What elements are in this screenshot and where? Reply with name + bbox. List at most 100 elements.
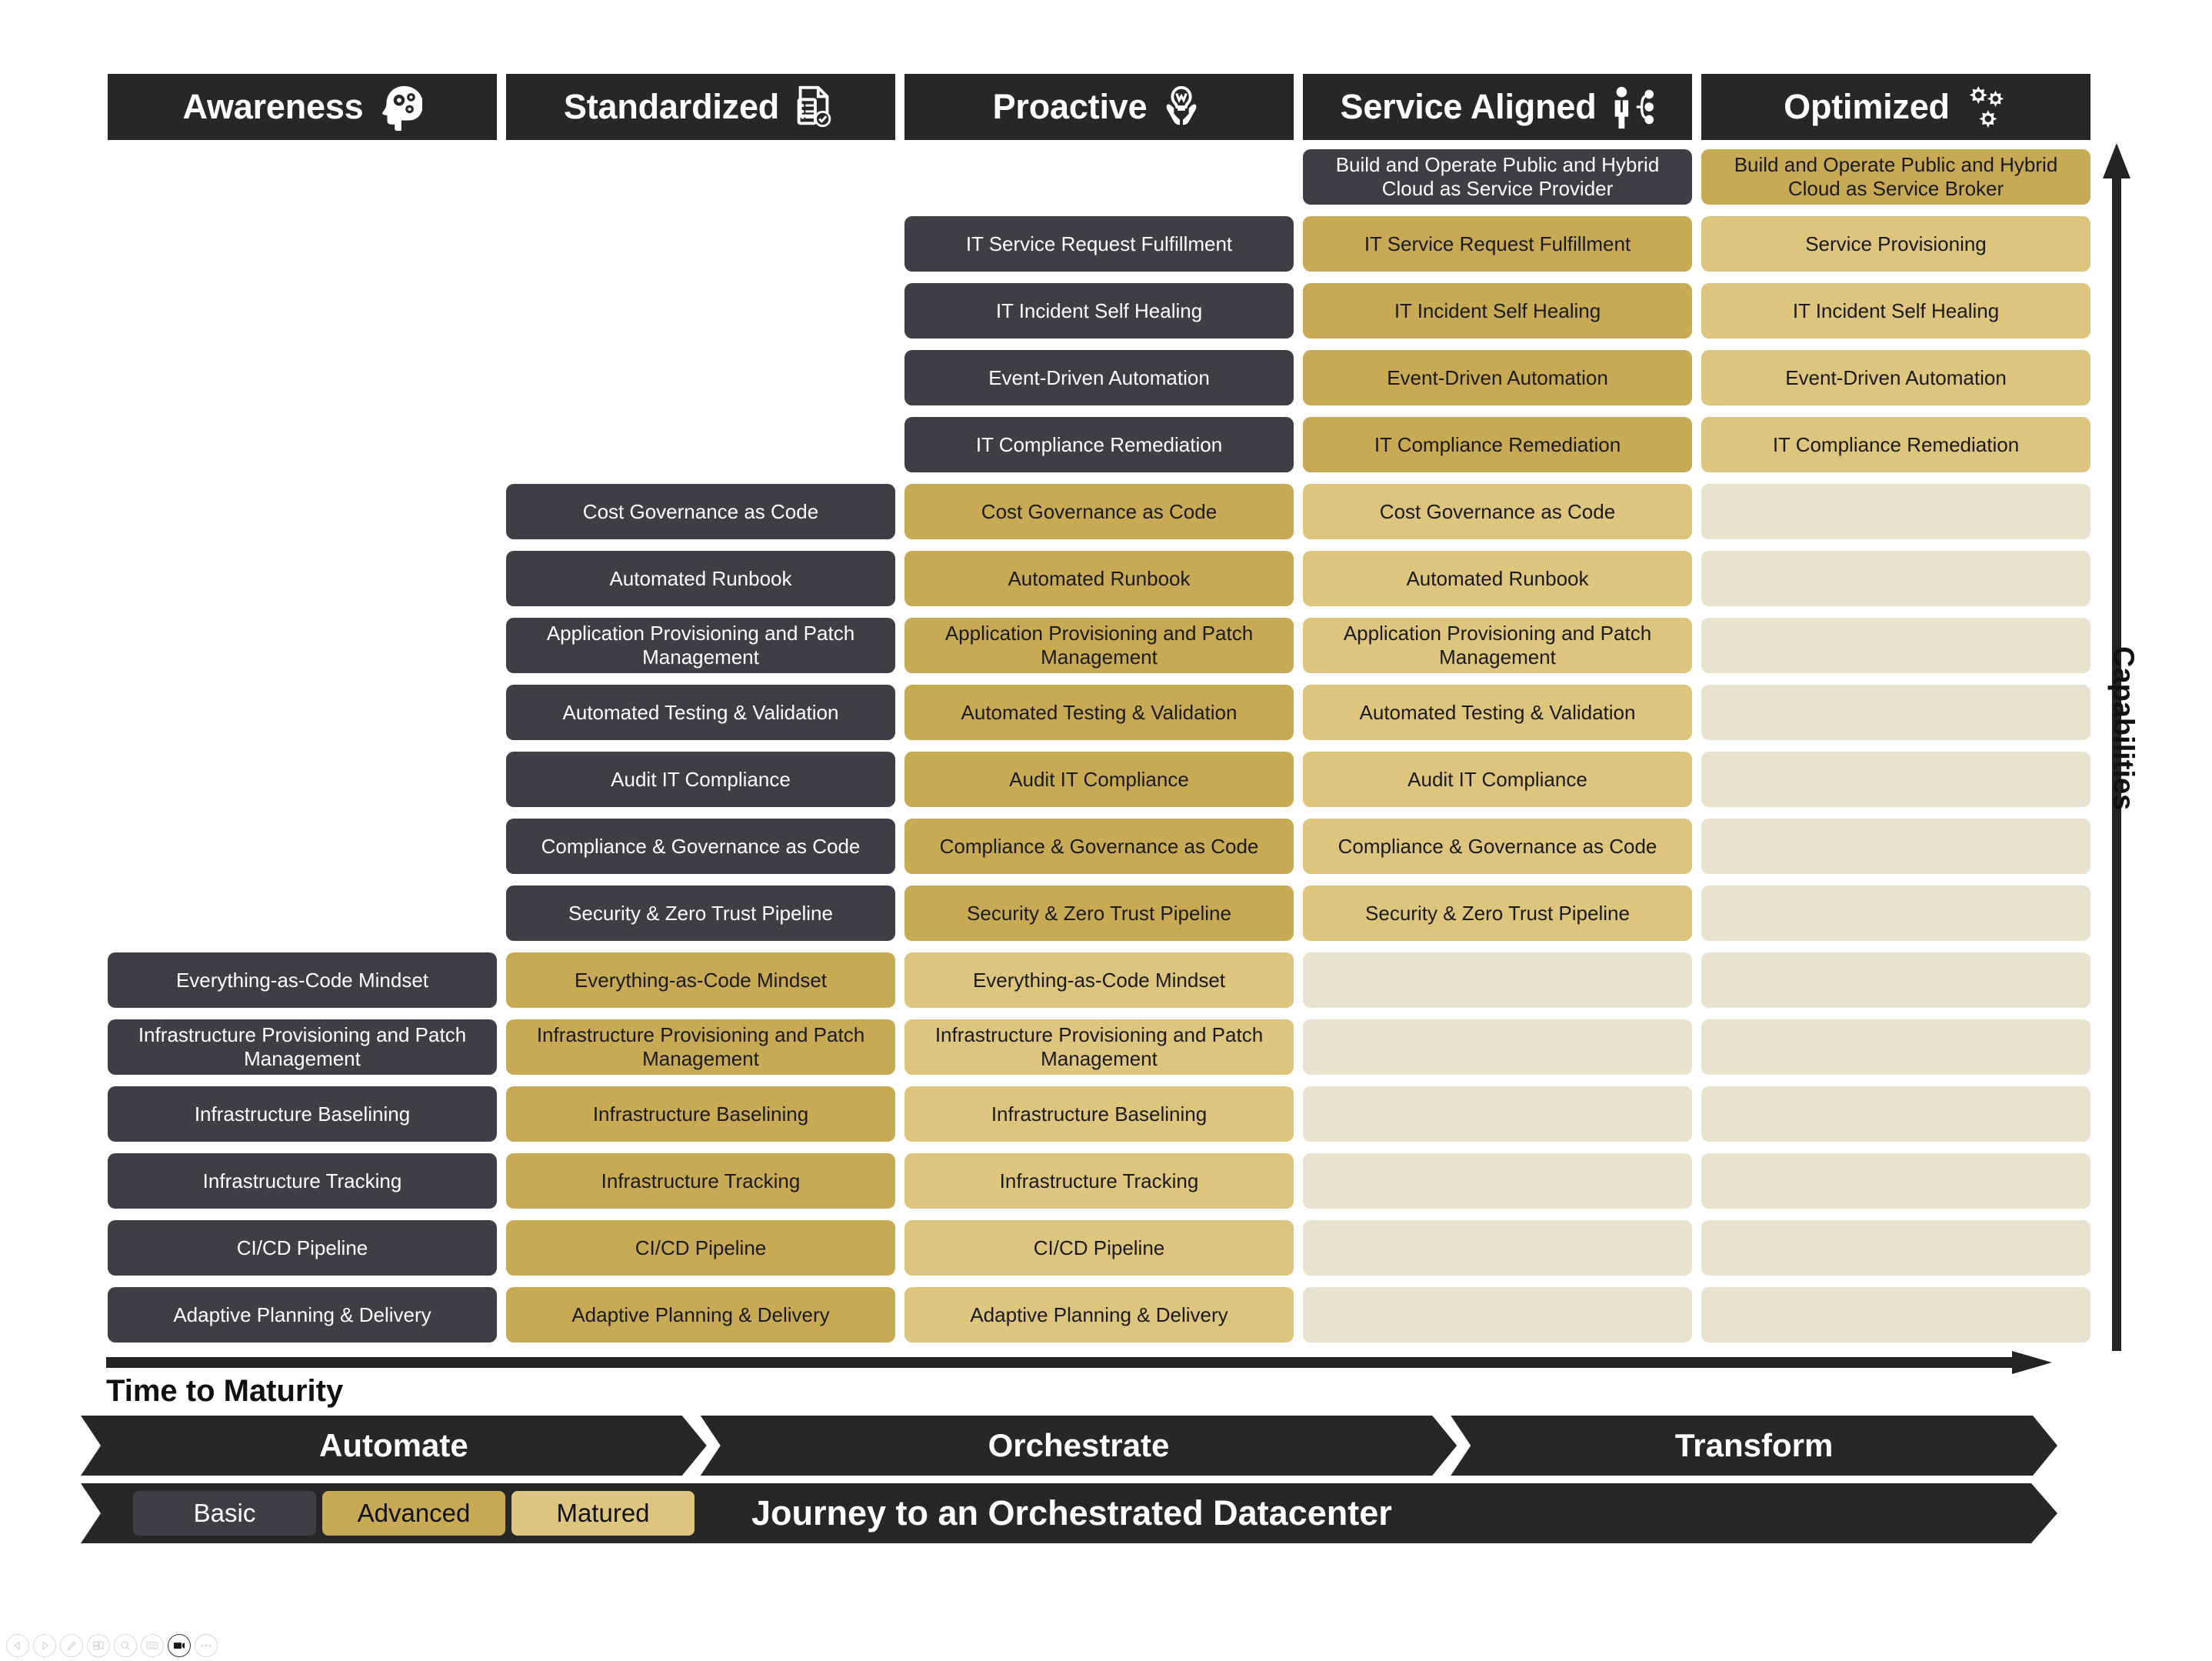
grid-cell-empty (108, 283, 497, 339)
grid-cell-label: IT Compliance Remediation (1374, 432, 1621, 456)
grid-cell-label: Application Provisioning and Patch Manag… (1343, 622, 1652, 669)
grid-cell: IT Incident Self Healing (1303, 283, 1692, 339)
keyboard-icon[interactable] (141, 1634, 164, 1657)
grid-cell: Build and Operate Public and Hybrid Clou… (1303, 149, 1692, 205)
legend-chip-advanced: Advanced (322, 1491, 505, 1536)
column-header-label: Optimized (1784, 87, 1950, 126)
grid-cell-label: Automated Testing & Validation (961, 700, 1238, 724)
grid-cell: Infrastructure Tracking (506, 1153, 895, 1209)
grid-cell-label: Security & Zero Trust Pipeline (1365, 901, 1630, 925)
grid-cell (1701, 1019, 2090, 1075)
grid-cell-label: Application Provisioning and Patch Manag… (944, 622, 1254, 669)
grid-cell-label: Infrastructure Baselining (592, 1102, 809, 1126)
grid-cell-label: Audit IT Compliance (611, 767, 791, 791)
grid-cell-label: IT Service Request Fulfillment (965, 232, 1233, 255)
pen-icon[interactable] (60, 1634, 83, 1657)
legend-chip-label: Matured (556, 1499, 650, 1527)
grid-cell-label: Audit IT Compliance (1407, 767, 1587, 791)
more-icon[interactable] (195, 1634, 218, 1657)
column-header-row: Awareness Standardized Proactive Service Al… (108, 74, 2090, 140)
grid-cell-label: Compliance & Governance as Code (1338, 834, 1657, 858)
capabilities-axis-label: Capabilities (2107, 646, 2140, 811)
grid-cell-label: Infrastructure Tracking (202, 1169, 402, 1192)
grid-cell: Adaptive Planning & Delivery (904, 1287, 1294, 1342)
grid-cell-label: Automated Runbook (1406, 566, 1589, 590)
back-icon[interactable] (6, 1634, 29, 1657)
grid-cell-label: Build and Operate Public and Hybrid Clou… (1734, 153, 2058, 200)
grid-cell: Audit IT Compliance (506, 752, 895, 807)
grid-row: CI/CD Pipeline CI/CD Pipeline CI/CD Pipeli… (108, 1220, 2090, 1276)
grid-cell: Everything-as-Code Mindset (108, 952, 497, 1008)
grid-cell: Infrastructure Baselining (108, 1086, 497, 1142)
grid-cell (1701, 1153, 2090, 1209)
grid-cell-label: Application Provisioning and Patch Manag… (546, 622, 855, 669)
head-gears-icon (375, 83, 422, 131)
grid-cell-label: IT Incident Self Healing (1394, 299, 1601, 322)
floating-toolbar[interactable] (6, 1634, 218, 1657)
grid-cell: Application Provisioning and Patch Manag… (506, 618, 895, 673)
grid-row: IT Incident Self Healing IT Incident Self… (108, 283, 2090, 339)
grid-cell-empty (506, 283, 895, 339)
grid-cell: Infrastructure Tracking (904, 1153, 1294, 1209)
grid-cell-label: Event-Driven Automation (1785, 365, 2007, 389)
grid-cell-label: Audit IT Compliance (1009, 767, 1189, 791)
grid-cell: Cost Governance as Code (904, 484, 1294, 539)
grid-cell: Everything-as-Code Mindset (506, 952, 895, 1008)
journey-legend-band: Basic Advanced Matured Journey to an Orc… (81, 1483, 2057, 1543)
column-header-standardized: Standardized (506, 74, 895, 140)
grid-cell: IT Compliance Remediation (1303, 417, 1692, 472)
grid-cell-label: IT Incident Self Healing (1792, 299, 2000, 322)
column-header-label: Standardized (563, 87, 780, 126)
grid-row: IT Compliance Remediation IT Compliance R… (108, 417, 2090, 472)
grid-cell: IT Compliance Remediation (1701, 417, 2090, 472)
grid-cell-empty (506, 216, 895, 272)
grid-cell-label: Automated Testing & Validation (1359, 700, 1636, 724)
grid-cell: Compliance & Governance as Code (506, 819, 895, 874)
grid-row: Event-Driven Automation Event-Driven Auto… (108, 350, 2090, 405)
grid-cell-label: Compliance & Governance as Code (541, 834, 861, 858)
column-header-service-aligned: Service Aligned (1303, 74, 1692, 140)
stage-label: Automate (319, 1427, 468, 1463)
journey-title: Journey to an Orchestrated Datacenter (751, 1493, 1392, 1533)
grid-cell: Infrastructure Tracking (108, 1153, 497, 1209)
camera-icon[interactable] (168, 1634, 191, 1657)
grid-cell-label: Cost Governance as Code (582, 499, 819, 523)
grid-cell-empty (108, 886, 497, 941)
grid-cell: Automated Runbook (506, 551, 895, 606)
grid-cell (1701, 685, 2090, 740)
grid-cell (1701, 886, 2090, 941)
grid-cell-label: Security & Zero Trust Pipeline (967, 901, 1231, 925)
grid-cell: Automated Testing & Validation (1303, 685, 1692, 740)
grid-row: Cost Governance as Code Cost Governance a… (108, 484, 2090, 539)
grid-cell (1701, 1086, 2090, 1142)
grid-cell-empty (108, 484, 497, 539)
layout-icon[interactable] (87, 1634, 110, 1657)
search-icon[interactable] (114, 1634, 137, 1657)
grid-cell-label: IT Compliance Remediation (1772, 432, 2020, 456)
grid-cell (1303, 1153, 1692, 1209)
grid-cell: IT Incident Self Healing (904, 283, 1294, 339)
grid-cell-label: Infrastructure Tracking (601, 1169, 801, 1192)
grid-cell-empty (108, 149, 497, 205)
column-header-label: Proactive (992, 87, 1148, 126)
grid-cell: IT Incident Self Healing (1701, 283, 2090, 339)
legend-chip-matured: Matured (511, 1491, 695, 1536)
legend-chip-label: Basic (193, 1499, 256, 1527)
column-header-label: Awareness (182, 87, 364, 126)
grid-cell-label: Build and Operate Public and Hybrid Clou… (1335, 153, 1660, 200)
grid-row: Automated Runbook Automated Runbook Automa… (108, 551, 2090, 606)
legend-chip-basic: Basic (133, 1491, 316, 1536)
grid-cell-label: Everything-as-Code Mindset (175, 968, 429, 992)
grid-cell: CI/CD Pipeline (506, 1220, 895, 1276)
forward-icon[interactable] (33, 1634, 56, 1657)
grid-cell-label: Infrastructure Baselining (991, 1102, 1208, 1126)
grid-row: Infrastructure Tracking Infrastructure Tr… (108, 1153, 2090, 1209)
grid-cell-empty (904, 149, 1294, 205)
grid-cell: CI/CD Pipeline (904, 1220, 1294, 1276)
grid-row: IT Service Request Fulfillment IT Service… (108, 216, 2090, 272)
grid-row: Everything-as-Code Mindset Everything-as-… (108, 952, 2090, 1008)
hands-bulb-icon (1158, 83, 1205, 131)
stage-label: Orchestrate (988, 1427, 1170, 1463)
grid-cell-label: Everything-as-Code Mindset (574, 968, 828, 992)
grid-cell-label: Automated Runbook (609, 566, 792, 590)
